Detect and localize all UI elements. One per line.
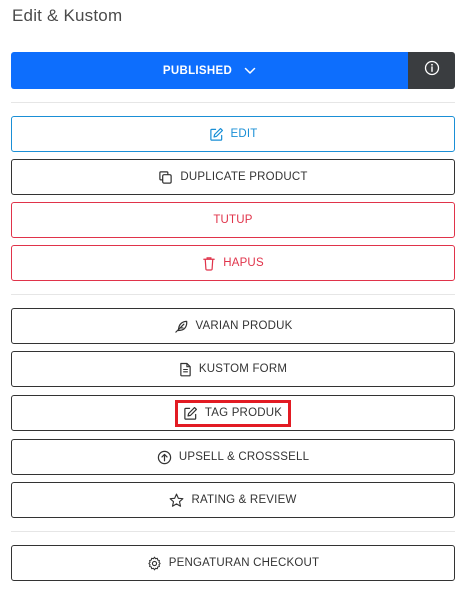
arrow-up-circle-icon — [157, 450, 172, 465]
panel-title: Edit & Kustom — [12, 6, 123, 25]
checkout-settings-label: PENGATURAN CHECKOUT — [168, 557, 320, 569]
highlight-box: TAG PRODUK — [174, 399, 292, 427]
upsell-label: UPSELL & CROSSSELL — [178, 451, 310, 463]
divider — [11, 294, 455, 295]
feather-icon — [174, 319, 189, 334]
duplicate-icon — [158, 170, 173, 185]
edit-kustom-panel: Edit & Kustom PUBLISHED EDIT DUPLICATE P… — [0, 0, 471, 591]
info-icon — [424, 60, 440, 81]
edit-label: EDIT — [230, 128, 258, 140]
tag-product-button[interactable]: TAG PRODUK — [11, 395, 455, 431]
duplicate-label: DUPLICATE PRODUCT — [180, 171, 308, 183]
variant-product-button[interactable]: VARIAN PRODUK — [11, 308, 455, 344]
duplicate-product-button[interactable]: DUPLICATE PRODUCT — [11, 159, 455, 195]
gear-icon — [147, 556, 162, 571]
rating-review-button[interactable]: RATING & REVIEW — [11, 482, 455, 518]
checkout-settings-button[interactable]: PENGATURAN CHECKOUT — [11, 545, 455, 581]
divider — [11, 102, 455, 103]
custom-form-button[interactable]: KUSTOM FORM — [11, 351, 455, 387]
publish-bar: PUBLISHED — [11, 52, 455, 89]
divider — [11, 531, 455, 532]
chevron-down-icon — [244, 67, 256, 75]
delete-button[interactable]: HAPUS — [11, 245, 455, 281]
edit-icon — [209, 127, 224, 142]
edit-button[interactable]: EDIT — [11, 116, 455, 152]
rating-label: RATING & REVIEW — [191, 494, 297, 506]
custom-form-label: KUSTOM FORM — [198, 363, 288, 375]
delete-label: HAPUS — [223, 257, 264, 269]
info-button[interactable] — [408, 52, 455, 89]
publish-status-dropdown[interactable]: PUBLISHED — [11, 52, 408, 89]
tag-label: TAG PRODUK — [204, 407, 283, 419]
upsell-crosssell-button[interactable]: UPSELL & CROSSSELL — [11, 439, 455, 475]
close-product-button[interactable]: TUTUP — [11, 202, 455, 238]
edit-icon — [183, 406, 198, 421]
trash-icon — [202, 256, 216, 271]
variant-label: VARIAN PRODUK — [195, 320, 293, 332]
star-icon — [169, 493, 184, 508]
close-label: TUTUP — [213, 214, 253, 226]
document-icon — [179, 362, 192, 377]
publish-status-label: PUBLISHED — [162, 64, 233, 77]
